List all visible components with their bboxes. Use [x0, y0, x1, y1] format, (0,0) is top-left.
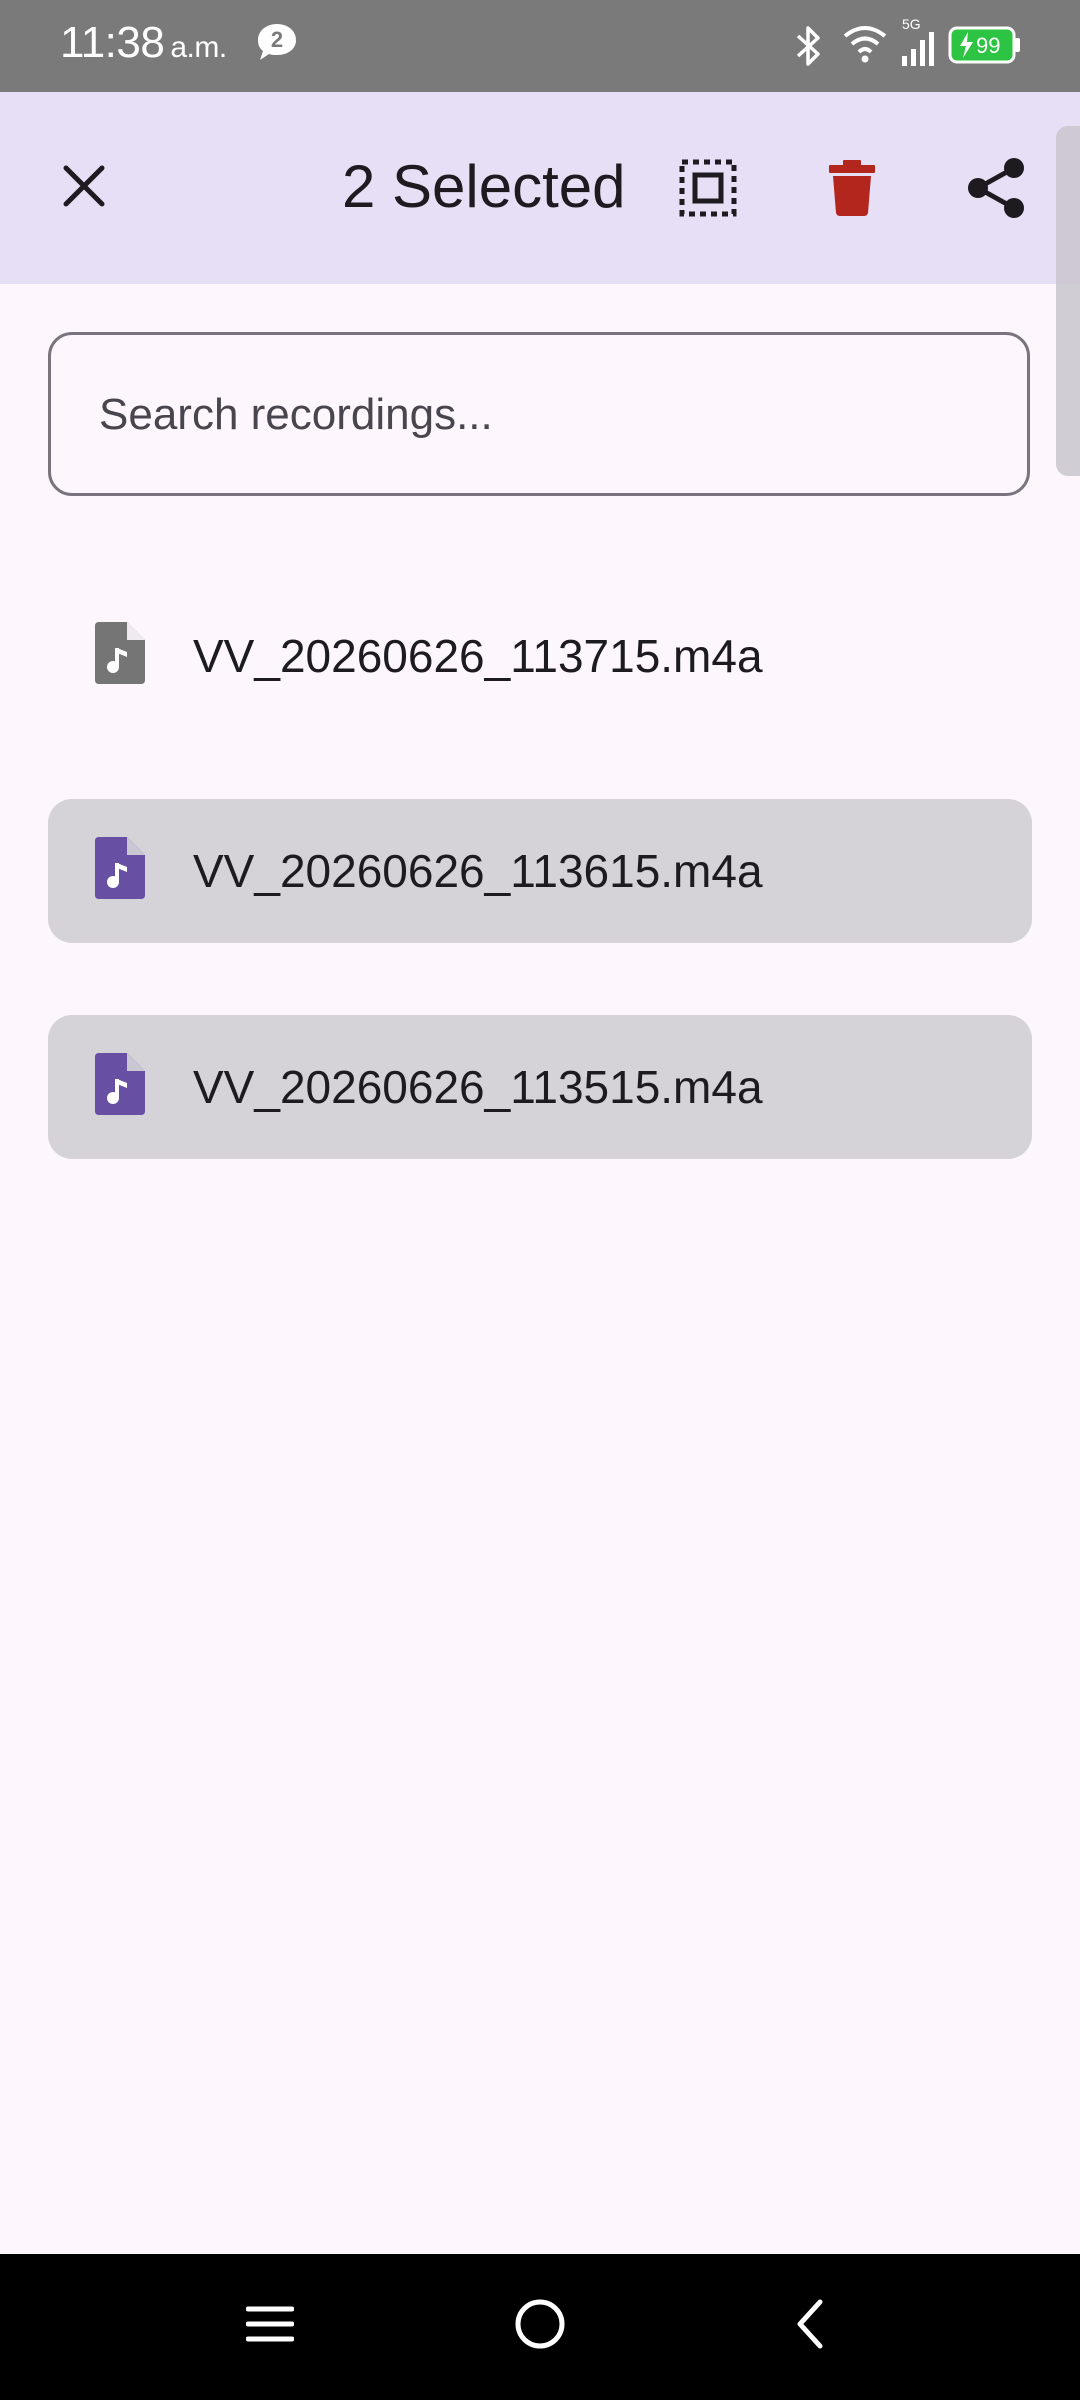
- selection-count-title: 2 Selected: [342, 153, 626, 220]
- notification-count: 2: [271, 27, 283, 52]
- select-all-button[interactable]: [668, 148, 748, 228]
- share-icon: [968, 158, 1024, 218]
- recording-name: VV_20260626_113615.m4a: [193, 845, 763, 897]
- back-icon: [797, 2299, 823, 2349]
- home-icon: [515, 2299, 565, 2349]
- wifi-icon: [843, 26, 887, 63]
- recording-item-selected[interactable]: VV_20260626_113515.m4a: [48, 1015, 1032, 1159]
- system-navigation-bar: [0, 2254, 1080, 2400]
- home-button[interactable]: [500, 2284, 580, 2364]
- battery-icon: 99: [948, 26, 1022, 64]
- delete-selected-button[interactable]: [812, 148, 892, 228]
- audio-file-icon: [95, 622, 145, 684]
- bluetooth-icon: [796, 26, 820, 66]
- audio-file-icon: [95, 837, 145, 899]
- share-selected-button[interactable]: [956, 148, 1036, 228]
- audio-file-icon: [95, 1053, 145, 1115]
- selection-app-bar: 2 Selected: [0, 92, 1080, 476]
- menu-icon: [246, 2306, 294, 2342]
- status-time-value: 11:38: [60, 18, 165, 67]
- close-selection-button[interactable]: [44, 146, 124, 226]
- close-icon: [63, 165, 105, 207]
- status-time-ampm: a.m.: [170, 31, 227, 64]
- delete-icon: [829, 160, 875, 216]
- message-notification-icon: 2: [256, 22, 298, 62]
- recording-item-selected[interactable]: VV_20260626_113615.m4a: [48, 799, 1032, 943]
- scrollbar-thumb[interactable]: [1056, 126, 1080, 476]
- status-time: 11:38 a.m.: [60, 18, 227, 68]
- search-input[interactable]: [97, 335, 981, 495]
- status-bar: 11:38 a.m. 2 5G 99: [0, 0, 1080, 92]
- recording-name: VV_20260626_113515.m4a: [193, 1061, 763, 1113]
- select-all-icon: [679, 159, 737, 217]
- search-box[interactable]: [48, 332, 1030, 496]
- recording-item[interactable]: VV_20260626_113715.m4a: [48, 584, 1032, 728]
- recent-apps-button[interactable]: [230, 2284, 310, 2364]
- cell-signal-icon: 5G: [898, 16, 938, 68]
- battery-level: 99: [976, 33, 1001, 58]
- back-button[interactable]: [770, 2284, 850, 2364]
- recording-name: VV_20260626_113715.m4a: [193, 630, 763, 682]
